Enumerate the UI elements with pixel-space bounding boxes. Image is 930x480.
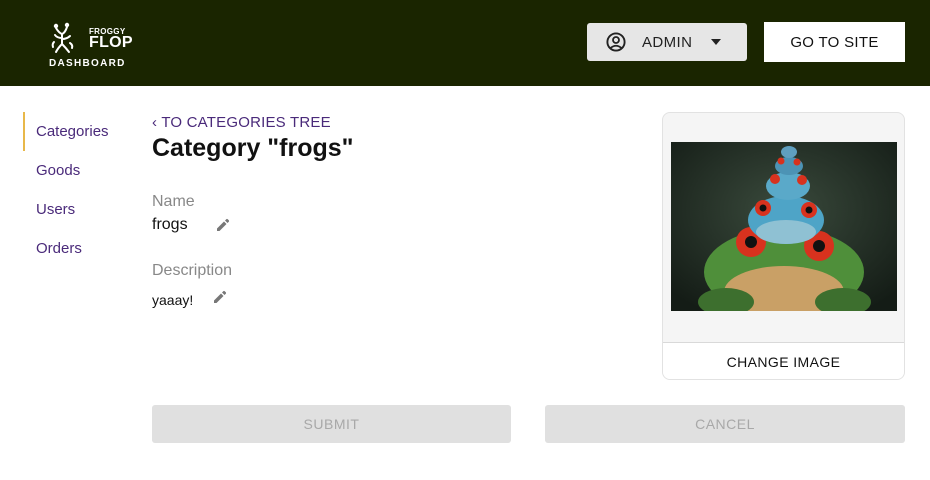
frog-logo-icon xyxy=(51,22,74,53)
category-image xyxy=(671,142,897,311)
cancel-button[interactable]: CANCEL xyxy=(545,405,905,443)
logo-subtitle: DASHBOARD xyxy=(49,58,126,69)
sidebar-nav: Categories Goods Users Orders xyxy=(23,112,133,268)
logo-brand-main: FLOP xyxy=(89,34,133,51)
back-link-label: TO CATEGORIES TREE xyxy=(161,114,331,131)
sidebar-item-users[interactable]: Users xyxy=(23,190,133,229)
description-label: Description xyxy=(152,262,233,279)
user-menu-label: ADMIN xyxy=(642,34,693,51)
top-header: FROGGY FLOP DASHBOARD ADMIN GO TO SITE xyxy=(0,0,930,86)
user-menu-button[interactable]: ADMIN xyxy=(587,23,747,61)
user-circle-icon xyxy=(606,32,626,52)
submit-button[interactable]: SUBMIT xyxy=(152,405,511,443)
brand-logo[interactable]: FROGGY FLOP DASHBOARD xyxy=(46,22,138,72)
name-value: frogs xyxy=(152,216,188,233)
edit-description-pencil-icon[interactable] xyxy=(213,290,227,304)
sidebar-item-orders[interactable]: Orders xyxy=(23,229,133,268)
sidebar-item-goods[interactable]: Goods xyxy=(23,151,133,190)
name-label: Name xyxy=(152,193,195,210)
back-to-categories-link[interactable]: ‹ TO CATEGORIES TREE xyxy=(152,114,331,131)
change-image-button[interactable]: CHANGE IMAGE xyxy=(663,342,904,379)
caret-down-icon xyxy=(711,39,721,45)
chevron-left-icon: ‹ xyxy=(152,114,158,131)
sidebar-item-categories[interactable]: Categories xyxy=(23,112,133,151)
stacked-frogs-image xyxy=(671,142,897,311)
edit-name-pencil-icon[interactable] xyxy=(216,218,230,232)
description-value: yaaay! xyxy=(152,292,194,308)
category-image-card: CHANGE IMAGE xyxy=(662,112,905,380)
page-title: Category "frogs" xyxy=(152,134,354,162)
go-to-site-button[interactable]: GO TO SITE xyxy=(764,22,905,62)
